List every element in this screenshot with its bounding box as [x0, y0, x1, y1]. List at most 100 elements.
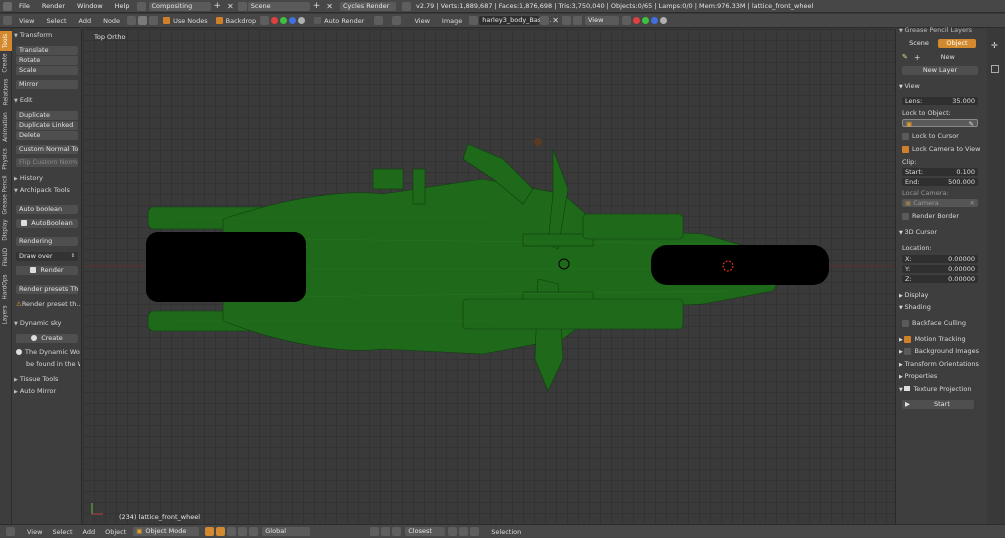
motion-tracking-header[interactable]: ▶ Motion Tracking	[899, 334, 987, 344]
custom-normal-tools-button[interactable]: Custom Normal Tools	[16, 145, 78, 154]
transform-panel-header[interactable]: ▼ Transform	[14, 30, 80, 40]
image-display-icon[interactable]	[572, 16, 582, 25]
close-icon[interactable]: ✕	[227, 2, 234, 11]
delete-scene-icon[interactable]: ✕	[326, 2, 333, 11]
layer-3-icon[interactable]	[392, 527, 402, 536]
image-menu-view[interactable]: View	[408, 17, 435, 25]
texture-nodes-icon[interactable]	[149, 16, 159, 25]
shading-panel-header[interactable]: ▼ Shading	[899, 302, 987, 312]
auto-boolean-button[interactable]: Auto boolean	[16, 205, 78, 214]
menu-file[interactable]: File	[13, 2, 36, 10]
backface-culling-row[interactable]: Backface Culling	[902, 319, 966, 327]
clip-end-field[interactable]: End: 500.000	[902, 178, 978, 186]
image-browse-icon[interactable]	[469, 16, 479, 25]
auto-render-checkbox[interactable]	[314, 17, 322, 24]
layer-2-icon[interactable]	[381, 527, 391, 536]
alpha-channel-icon[interactable]	[298, 17, 306, 24]
flip-custom-normals-button[interactable]: Flip Custom Normals	[16, 158, 78, 167]
tab-hardops[interactable]: HardOps	[0, 271, 12, 303]
image-green-icon[interactable]	[641, 17, 649, 24]
tab-physics[interactable]: Physics	[0, 145, 12, 173]
node-menu-select[interactable]: Select	[40, 17, 72, 25]
blue-channel-icon[interactable]	[289, 17, 297, 24]
tab-grease-pencil[interactable]: Grease Pencil	[0, 173, 12, 217]
3d-view-editor-icon[interactable]	[6, 527, 15, 536]
duplicate-linked-button[interactable]: Duplicate Linked	[16, 121, 78, 130]
lock-object-field[interactable]: ▣ ✎	[902, 119, 978, 128]
image-menu-image[interactable]: Image	[436, 17, 468, 25]
screen-layout-icon[interactable]	[136, 1, 146, 11]
lock-to-cursor-row[interactable]: Lock to Cursor	[902, 132, 959, 140]
tab-tools[interactable]: Tools	[0, 31, 12, 51]
autoboolean-button[interactable]: AutoBoolean	[16, 219, 78, 228]
opengl-anim-icon[interactable]	[470, 527, 480, 536]
add-icon[interactable]: +	[214, 1, 222, 11]
cursor-y-field[interactable]: Y: 0.00000	[902, 265, 978, 273]
image-view-select[interactable]: View	[584, 16, 619, 25]
lock-camera-row[interactable]: Lock Camera to View	[902, 145, 980, 153]
dynamic-sky-panel-header[interactable]: ▼ Dynamic sky	[14, 318, 80, 328]
clip-start-field[interactable]: Start: 0.100	[902, 168, 978, 176]
expand-icon[interactable]: ✛	[991, 41, 999, 50]
translate-manip-icon[interactable]	[238, 527, 248, 536]
render-border-row[interactable]: Render Border	[902, 212, 959, 220]
history-panel-header[interactable]: ▶ History	[14, 173, 80, 183]
eyedropper-icon[interactable]: ✎	[969, 120, 974, 128]
scene-field[interactable]: Scene	[247, 1, 310, 11]
orientation-select[interactable]: Global	[262, 527, 311, 536]
bottom-menu-object[interactable]: Object	[100, 528, 131, 536]
node-editor-icon[interactable]	[3, 16, 12, 25]
tab-object[interactable]: Object	[938, 39, 976, 48]
image-channels-icon[interactable]	[621, 16, 631, 25]
layer-1-icon[interactable]	[370, 527, 380, 536]
backdrop-channels-icon[interactable]	[260, 16, 270, 25]
render-presets-button[interactable]: Render presets Thu...	[16, 285, 78, 294]
add-scene-icon[interactable]: +	[313, 1, 321, 11]
tissue-tools-panel-header[interactable]: ▶ Tissue Tools	[14, 374, 80, 384]
viewport-shading-icon[interactable]	[205, 527, 215, 536]
toggle-region-icon[interactable]	[991, 65, 999, 73]
pivot-icon[interactable]	[216, 527, 226, 536]
green-channel-icon[interactable]	[280, 17, 288, 24]
tab-layers[interactable]: Layers	[0, 303, 12, 327]
cursor-z-field[interactable]: Z: 0.00000	[902, 275, 978, 283]
create-sky-button[interactable]: Create	[16, 334, 78, 343]
properties-panel-header[interactable]: ▶ Properties	[899, 371, 987, 381]
scale-button[interactable]: Scale	[16, 66, 78, 75]
translate-button[interactable]: Translate	[16, 46, 78, 55]
new-layer-button[interactable]: New Layer	[902, 66, 978, 75]
tab-display[interactable]: Display	[0, 217, 12, 243]
edit-panel-header[interactable]: ▼ Edit	[14, 95, 80, 105]
local-camera-field[interactable]: ▣ Camera ✕	[902, 199, 978, 207]
node-menu-add[interactable]: Add	[73, 17, 98, 25]
menu-help[interactable]: Help	[109, 2, 136, 10]
image-close-icon[interactable]: ✕	[552, 16, 559, 25]
backdrop-checkbox[interactable]	[215, 17, 223, 24]
cursor-x-field[interactable]: X: 0.00000	[902, 255, 978, 263]
compositing-nodes-icon[interactable]	[138, 16, 148, 25]
tab-scene[interactable]: Scene	[900, 39, 938, 48]
menu-window[interactable]: Window	[71, 2, 109, 10]
grease-pencil-layers-header[interactable]: ▼ Grease Pencil Layers	[899, 25, 987, 35]
texture-projection-header[interactable]: ▼ Texture Projection	[899, 384, 987, 394]
render-button[interactable]: Render	[16, 266, 78, 275]
snap-element-select[interactable]: Closest	[405, 527, 446, 536]
auto-mirror-panel-header[interactable]: ▶ Auto Mirror	[14, 386, 80, 396]
image-name-field[interactable]: harley3_body_Base...	[479, 16, 551, 25]
display-panel-header[interactable]: ▶ Display	[899, 290, 987, 300]
archipack-panel-header[interactable]: ▼ Archipack Tools	[14, 185, 80, 195]
tab-create[interactable]: Create	[0, 51, 12, 75]
shader-nodes-icon[interactable]	[127, 16, 137, 25]
tab-animation[interactable]: Animation	[0, 109, 12, 145]
3d-cursor-panel-header[interactable]: ▼ 3D Cursor	[899, 227, 987, 237]
menu-render[interactable]: Render	[36, 2, 71, 10]
rotate-manip-icon[interactable]	[249, 527, 259, 536]
image-red-icon[interactable]	[632, 17, 640, 24]
image-editor-icon[interactable]	[392, 16, 402, 25]
3d-viewport[interactable]: Top Ortho (234) lattice_front_wheel	[83, 29, 894, 524]
scene-icon[interactable]	[237, 1, 247, 11]
image-alpha-icon[interactable]	[659, 17, 667, 24]
rendering-button[interactable]: Rendering	[16, 237, 78, 246]
node-tree-icon[interactable]	[374, 16, 384, 25]
mirror-button[interactable]: Mirror	[16, 80, 78, 89]
